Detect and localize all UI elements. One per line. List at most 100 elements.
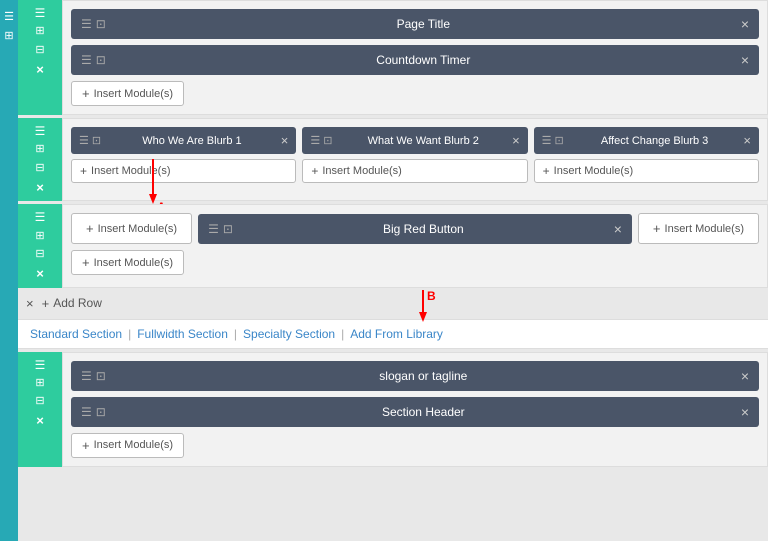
section-4-menu-icon[interactable]: ☰	[35, 358, 46, 372]
s4-insert-label: Insert Module(s)	[94, 439, 173, 451]
affect-change-module: ☰ ⊡ Affect Change Blurb 3 ×	[534, 127, 759, 154]
slogan-tagline-label: slogan or tagline	[114, 369, 733, 383]
section-3-grid-icon[interactable]: ⊟	[35, 248, 44, 261]
section3-left-insert-button[interactable]: + Insert Module(s)	[71, 213, 192, 244]
section-1-content: ☰ ⊡ Page Title × ☰ ⊡ Countdown Timer ×	[62, 0, 768, 115]
brb-menu-icon[interactable]: ☰	[208, 222, 219, 236]
countdown-timer-module: ☰ ⊡ Countdown Timer ×	[71, 45, 759, 75]
section-3-layout-icon[interactable]: ⊞	[35, 230, 44, 243]
col-2: ☰ ⊡ What We Want Blurb 2 × + Insert Modu…	[302, 127, 527, 183]
col2-menu-icon[interactable]: ☰	[310, 134, 320, 147]
section-1-insert-button[interactable]: + Insert Module(s)	[71, 81, 184, 106]
s3-bottom-insert-label: Insert Module(s)	[94, 257, 173, 269]
section-1: ☰ ⊞ ⊟ × ☰ ⊡ Page Title ×	[18, 0, 768, 115]
slogan-menu-icon[interactable]: ☰	[81, 369, 92, 383]
slogan-layout-icon[interactable]: ⊡	[96, 369, 106, 383]
section-2: ☰ ⊞ ⊟ × ☰ ⊡ Who We Are Blurb 1	[18, 118, 768, 201]
section-1-grid-icon[interactable]: ⊟	[35, 44, 44, 57]
section-header-menu-icon[interactable]: ☰	[81, 405, 92, 419]
col3-insert-plus: +	[543, 164, 550, 178]
section-header-close[interactable]: ×	[741, 404, 749, 420]
section-4-sidebar: ☰ ⊞ ⊟ ×	[18, 352, 62, 467]
fullwidth-section-link[interactable]: Fullwidth Section	[137, 327, 228, 341]
slogan-close[interactable]: ×	[741, 368, 749, 384]
section-header-layout-icon[interactable]: ⊡	[96, 405, 106, 419]
what-we-want-label: What We Want Blurb 2	[338, 135, 508, 147]
col3-layout-icon[interactable]: ⊡	[555, 134, 564, 147]
specialty-section-link[interactable]: Specialty Section	[243, 327, 335, 341]
col1-layout-icon[interactable]: ⊡	[92, 134, 101, 147]
page-title-close[interactable]: ×	[741, 16, 749, 32]
add-row-plus: +	[42, 296, 50, 311]
section-1-sidebar: ☰ ⊞ ⊟ ×	[18, 0, 62, 115]
col1-close[interactable]: ×	[281, 133, 289, 148]
section-4-layout-icon[interactable]: ⊞	[35, 377, 44, 390]
col1-menu-icon[interactable]: ☰	[79, 134, 89, 147]
col3-insert-button[interactable]: + Insert Module(s)	[534, 159, 759, 183]
col2-insert-label: Insert Module(s)	[322, 165, 401, 177]
col1-insert-plus: +	[80, 164, 87, 178]
section3-right-insert-button[interactable]: + Insert Module(s)	[638, 213, 759, 244]
add-row-button[interactable]: + Add Row	[42, 296, 102, 311]
standard-section-link[interactable]: Standard Section	[30, 327, 122, 341]
section-2-layout-icon[interactable]: ⊞	[35, 143, 44, 156]
section-1-insert-plus: +	[82, 86, 90, 101]
who-we-are-module: ☰ ⊡ Who We Are Blurb 1 ×	[71, 127, 296, 154]
section-3-sidebar: ☰ ⊞ ⊟ ×	[18, 204, 62, 287]
s3-right-plus: +	[653, 221, 661, 236]
sidebar-menu-icon[interactable]: ☰	[4, 10, 14, 23]
section-header-label: Section Header	[114, 405, 733, 419]
countdown-menu-icon[interactable]: ☰	[81, 53, 92, 67]
section-2-menu-icon[interactable]: ☰	[35, 124, 46, 138]
section-1-layout-icon[interactable]: ⊞	[35, 25, 44, 38]
col2-insert-plus: +	[311, 164, 318, 178]
who-we-are-label: Who We Are Blurb 1	[107, 135, 277, 147]
col1-insert-button[interactable]: + Insert Module(s)	[71, 159, 296, 183]
separator-3: |	[341, 327, 344, 341]
col2-layout-icon[interactable]: ⊡	[323, 134, 332, 147]
section4-insert-button[interactable]: + Insert Module(s)	[71, 433, 184, 458]
s3-left-insert-label: Insert Module(s)	[98, 223, 177, 235]
separator-2: |	[234, 327, 237, 341]
section-1-menu-icon[interactable]: ☰	[35, 6, 46, 20]
add-row-bar: × + Add Row	[18, 291, 768, 316]
brb-layout-icon[interactable]: ⊡	[223, 222, 233, 236]
section-2-grid-icon[interactable]: ⊟	[35, 162, 44, 175]
s3-left-plus: +	[86, 221, 94, 236]
col2-close[interactable]: ×	[512, 133, 520, 148]
countdown-timer-label: Countdown Timer	[114, 53, 733, 67]
section-2-close-icon[interactable]: ×	[36, 180, 44, 196]
section-2-sidebar: ☰ ⊞ ⊟ ×	[18, 118, 62, 201]
page-title-layout-icon[interactable]: ⊡	[96, 17, 106, 31]
col3-menu-icon[interactable]: ☰	[542, 134, 552, 147]
section-3-content: + Insert Module(s) ☰ ⊡ Big Red Button × …	[62, 204, 768, 287]
section-4-content: ☰ ⊡ slogan or tagline × ☰ ⊡ Section Head…	[62, 352, 768, 467]
col3-close[interactable]: ×	[743, 133, 751, 148]
section-1-insert-label: Insert Module(s)	[94, 88, 173, 100]
section-1-close-icon[interactable]: ×	[36, 62, 44, 78]
add-row-x[interactable]: ×	[26, 296, 34, 311]
section-3-close-icon[interactable]: ×	[36, 266, 44, 282]
countdown-layout-icon[interactable]: ⊡	[96, 53, 106, 67]
section-4-close-icon[interactable]: ×	[36, 413, 44, 429]
add-row-label: Add Row	[53, 296, 102, 310]
page-title-label: Page Title	[114, 17, 733, 31]
countdown-close[interactable]: ×	[741, 52, 749, 68]
section-3: ☰ ⊞ ⊟ × + Insert Module(s) ☰ ⊡	[18, 204, 768, 287]
s3-right-insert-label: Insert Module(s)	[665, 223, 744, 235]
brb-close[interactable]: ×	[614, 221, 622, 237]
col-1: ☰ ⊡ Who We Are Blurb 1 × + Insert Module…	[71, 127, 296, 183]
big-red-button-label: Big Red Button	[241, 222, 606, 236]
col3-insert-label: Insert Module(s)	[554, 165, 633, 177]
col-3: ☰ ⊡ Affect Change Blurb 3 × + Insert Mod…	[534, 127, 759, 183]
add-from-library-link[interactable]: Add From Library	[350, 327, 443, 341]
section-3-menu-icon[interactable]: ☰	[35, 210, 46, 224]
section3-bottom-insert-button[interactable]: + Insert Module(s)	[71, 250, 184, 275]
s4-insert-plus: +	[82, 438, 90, 453]
big-red-button-row: + Insert Module(s) ☰ ⊡ Big Red Button × …	[71, 213, 759, 244]
page-title-menu-icon[interactable]: ☰	[81, 17, 92, 31]
sidebar-layout-icon[interactable]: ⊞	[4, 29, 13, 42]
col1-insert-label: Insert Module(s)	[91, 165, 170, 177]
section-4-grid-icon[interactable]: ⊟	[35, 395, 44, 408]
col2-insert-button[interactable]: + Insert Module(s)	[302, 159, 527, 183]
